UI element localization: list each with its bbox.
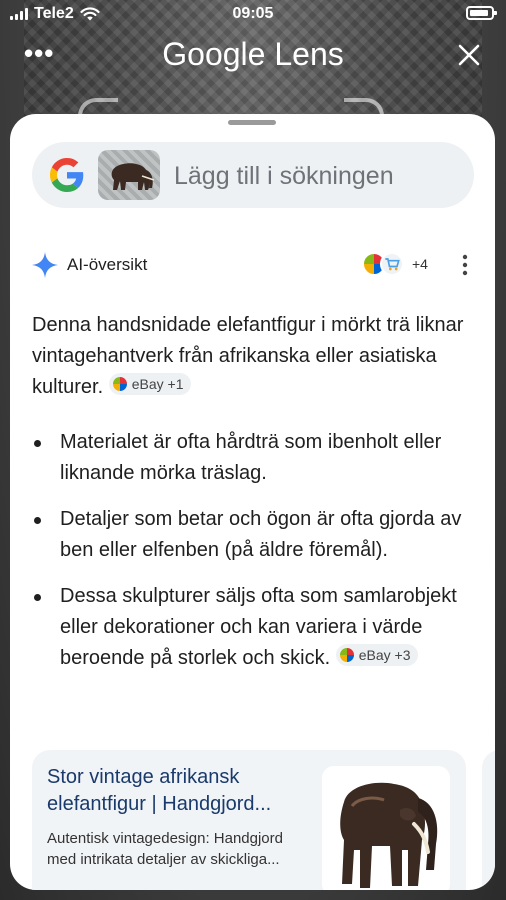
result-title[interactable]: Stor vintage afrikansk elefantfigur | Ha…: [47, 764, 307, 818]
lens-header: ••• Google Lens: [0, 34, 506, 80]
battery-icon: [466, 6, 497, 20]
shop-source-icon: [380, 252, 404, 276]
search-thumbnail[interactable]: [98, 150, 160, 200]
search-input[interactable]: Lägg till i sökningen: [32, 142, 474, 208]
ebay-icon: [339, 648, 354, 662]
close-icon[interactable]: [458, 44, 480, 66]
sparkle-icon: [32, 252, 58, 278]
ai-bullet-list: Materialet är ofta hårdträ som ibenholt …: [32, 427, 472, 674]
list-item: Detaljer som betar och ögon är ofta gjor…: [32, 504, 472, 566]
elephant-figurine-image: [340, 782, 438, 888]
ai-summary-text: Denna handsnidade elefantfigur i mörkt t…: [32, 314, 464, 398]
kebab-menu-icon[interactable]: [462, 252, 468, 278]
status-time: 09:05: [232, 5, 274, 22]
source-chip[interactable]: eBay +1: [108, 373, 192, 395]
drag-handle[interactable]: [228, 120, 276, 125]
elephant-thumbnail-image: [111, 163, 155, 190]
ai-overview-header: AI-översikt +4: [32, 250, 472, 280]
bullet-text: Materialet är ofta hårdträ som ibenholt …: [60, 431, 442, 484]
ebay-icon: [112, 377, 127, 391]
source-icons[interactable]: [362, 252, 412, 278]
lens-title: Google Lens: [162, 36, 344, 72]
google-g-icon: [50, 158, 84, 192]
cart-icon: [385, 258, 400, 271]
source-chip[interactable]: eBay +3: [335, 644, 419, 666]
list-item: Dessa skulpturer säljs ofta som samlarob…: [32, 581, 472, 674]
results-sheet: Lägg till i sökningen AI-översikt +4 Den…: [10, 114, 495, 890]
result-description: Autentisk vintagedesign: Handgjord med i…: [47, 830, 283, 868]
source-chip-label: eBay +3: [358, 647, 411, 663]
bullet-text: Detaljer som betar och ögon är ofta gjor…: [60, 508, 462, 561]
ai-summary: Denna handsnidade elefantfigur i mörkt t…: [32, 310, 472, 403]
sources-count[interactable]: +4: [412, 256, 428, 272]
result-image[interactable]: [322, 766, 450, 890]
list-item: Materialet är ofta hårdträ som ibenholt …: [32, 427, 472, 489]
search-placeholder: Lägg till i sökningen: [174, 162, 394, 190]
next-result-card[interactable]: [482, 750, 495, 890]
source-chip-label: eBay +1: [131, 376, 184, 392]
ai-overview-label: AI-översikt: [67, 255, 148, 274]
status-bar: Tele2 09:05: [0, 0, 506, 28]
result-card[interactable]: Stor vintage afrikansk elefantfigur | Ha…: [32, 750, 466, 890]
ai-overview-body: Denna handsnidade elefantfigur i mörkt t…: [32, 310, 472, 689]
